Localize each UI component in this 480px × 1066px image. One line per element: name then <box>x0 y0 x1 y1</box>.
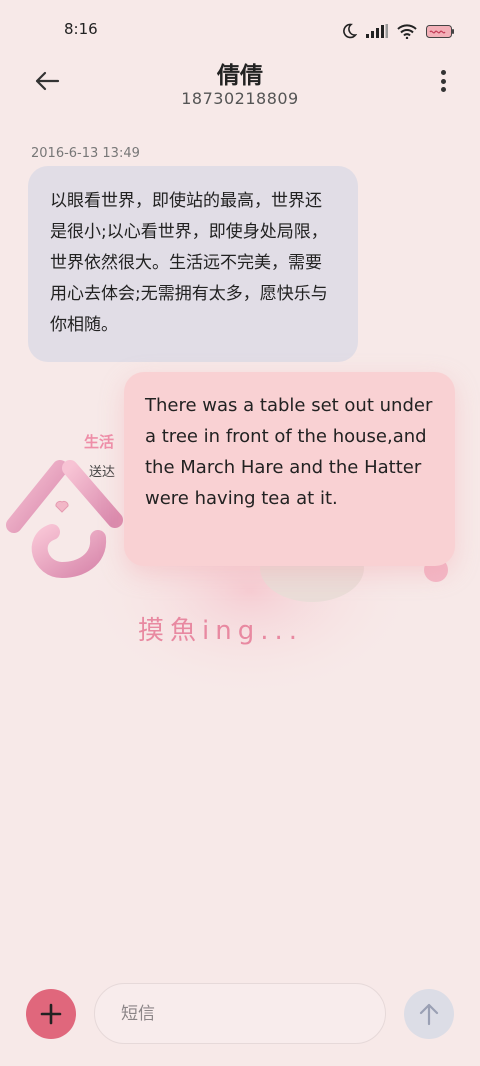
sticker-label-life: 生活 <box>84 433 115 451</box>
sticker-caption: 摸魚ing... <box>138 616 304 646</box>
contact-name: 倩倩 <box>217 63 263 89</box>
message-timestamp: 2016-6-13 13:49 <box>31 146 140 161</box>
message-input[interactable] <box>94 983 386 1044</box>
wifi-icon <box>397 23 417 39</box>
battery-icon <box>426 24 454 38</box>
moon-icon <box>343 23 357 39</box>
more-options-button[interactable] <box>436 66 450 96</box>
send-button[interactable] <box>404 989 454 1039</box>
more-vertical-icon <box>440 70 446 75</box>
status-time: 8:16 <box>64 20 98 38</box>
outgoing-message-bubble[interactable]: There was a table set out under a tree i… <box>124 372 455 566</box>
signal-icon <box>366 24 388 38</box>
delivery-status: 送达 <box>89 465 116 480</box>
arrow-up-icon <box>419 1003 439 1026</box>
add-attachment-button[interactable] <box>26 989 76 1039</box>
contact-phone-number: 18730218809 <box>181 89 299 108</box>
incoming-message-bubble[interactable]: 以眼看世界，即使站的最高，世界还是很小;以心看世界，即使身处局限，世界依然很大。… <box>28 166 358 362</box>
status-icons <box>341 20 454 42</box>
plus-icon <box>40 1003 62 1025</box>
